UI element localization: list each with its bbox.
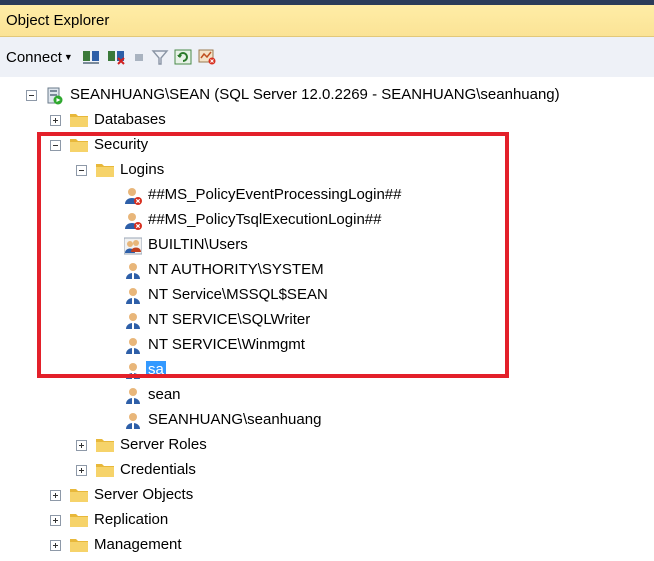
tree-node-credentials[interactable]: Credentials (0, 459, 300, 483)
login-item[interactable]: NT AUTHORITY\SYSTEM (0, 259, 460, 283)
expand-toggle-icon[interactable] (50, 115, 61, 126)
activity-monitor-icon[interactable] (198, 49, 216, 65)
server-icon (47, 87, 63, 105)
collapse-toggle-icon[interactable] (50, 140, 61, 151)
tree-node-logins[interactable]: Logins (0, 159, 300, 183)
connect-label: Connect (6, 49, 62, 66)
folder-icon (70, 539, 88, 552)
login-item[interactable]: BUILTIN\Users (0, 234, 460, 258)
expand-toggle-icon[interactable] (50, 490, 61, 501)
folder-icon (96, 439, 114, 452)
folder-icon (70, 489, 88, 502)
login-icon (126, 288, 140, 304)
collapse-toggle-icon[interactable] (26, 90, 37, 101)
tree-node-server-roles[interactable]: Server Roles (0, 434, 300, 458)
refresh-icon[interactable] (174, 49, 192, 65)
connect-object-explorer-icon[interactable] (82, 49, 100, 65)
login-icon (126, 388, 140, 404)
folder-icon (70, 114, 88, 127)
login-icon (126, 413, 140, 429)
login-label: BUILTIN\Users (148, 236, 248, 253)
expand-toggle-icon[interactable] (50, 540, 61, 551)
server-roles-label: Server Roles (120, 436, 207, 453)
login-label: sean (148, 386, 181, 403)
login-item[interactable]: NT Service\MSSQL$SEAN (0, 284, 460, 308)
collapse-toggle-icon[interactable] (76, 165, 87, 176)
login-item[interactable]: ##MS_PolicyEventProcessingLogin## (0, 184, 460, 208)
object-explorer-title-bar: Object Explorer (0, 5, 654, 37)
folder-open-icon (96, 164, 114, 177)
login-label: ##MS_PolicyTsqlExecutionLogin## (148, 211, 382, 228)
expand-toggle-icon[interactable] (76, 465, 87, 476)
connect-dropdown-button[interactable]: Connect ▼ (6, 49, 73, 66)
panel-title: Object Explorer (6, 12, 110, 29)
replication-label: Replication (94, 511, 169, 528)
login-label: NT SERVICE\Winmgmt (148, 336, 305, 353)
security-label: Security (94, 136, 149, 153)
disabled-login-icon (125, 213, 142, 230)
chevron-down-icon: ▼ (63, 52, 73, 62)
login-item[interactable]: SEANHUANG\seanhuang (0, 409, 460, 433)
login-item-selected[interactable]: sa (0, 359, 460, 383)
login-icon (126, 363, 140, 379)
group-login-icon (124, 237, 142, 255)
object-explorer-tree: SEANHUANG\SEAN (SQL Server 12.0.2269 - S… (0, 84, 654, 561)
disconnect-icon[interactable] (107, 49, 125, 65)
login-item[interactable]: NT SERVICE\SQLWriter (0, 309, 460, 333)
login-label: NT Service\MSSQL$SEAN (148, 286, 328, 303)
tree-node-databases[interactable]: Databases (0, 109, 300, 133)
folder-icon (96, 464, 114, 477)
tree-node-security[interactable]: Security (0, 134, 300, 158)
folder-open-icon (70, 139, 88, 152)
server-objects-label: Server Objects (94, 486, 194, 503)
login-icon (126, 313, 140, 329)
expand-toggle-icon[interactable] (76, 440, 87, 451)
login-item[interactable]: sean (0, 384, 460, 408)
tree-node-replication[interactable]: Replication (0, 509, 300, 533)
login-icon (126, 338, 140, 354)
filter-icon[interactable] (151, 49, 169, 65)
login-label: sa (146, 361, 166, 378)
tree-node-server-objects[interactable]: Server Objects (0, 484, 300, 508)
server-label: SEANHUANG\SEAN (SQL Server 12.0.2269 - S… (70, 86, 560, 103)
stop-icon[interactable] (130, 49, 148, 65)
disabled-login-icon (125, 188, 142, 205)
credentials-label: Credentials (120, 461, 196, 478)
login-label: ##MS_PolicyEventProcessingLogin## (148, 186, 402, 203)
databases-label: Databases (94, 111, 166, 128)
expand-toggle-icon[interactable] (50, 515, 61, 526)
login-icon (126, 263, 140, 279)
login-item[interactable]: ##MS_PolicyTsqlExecutionLogin## (0, 209, 460, 233)
object-explorer-toolbar: Connect ▼ (0, 37, 654, 77)
login-label: NT AUTHORITY\SYSTEM (148, 261, 324, 278)
login-label: NT SERVICE\SQLWriter (148, 311, 311, 328)
logins-label: Logins (120, 161, 165, 178)
management-label: Management (94, 536, 182, 553)
folder-icon (70, 514, 88, 527)
login-item[interactable]: NT SERVICE\Winmgmt (0, 334, 460, 358)
login-label: SEANHUANG\seanhuang (148, 411, 322, 428)
tree-node-management[interactable]: Management (0, 534, 300, 558)
tree-node-server[interactable]: SEANHUANG\SEAN (SQL Server 12.0.2269 - S… (0, 84, 654, 108)
